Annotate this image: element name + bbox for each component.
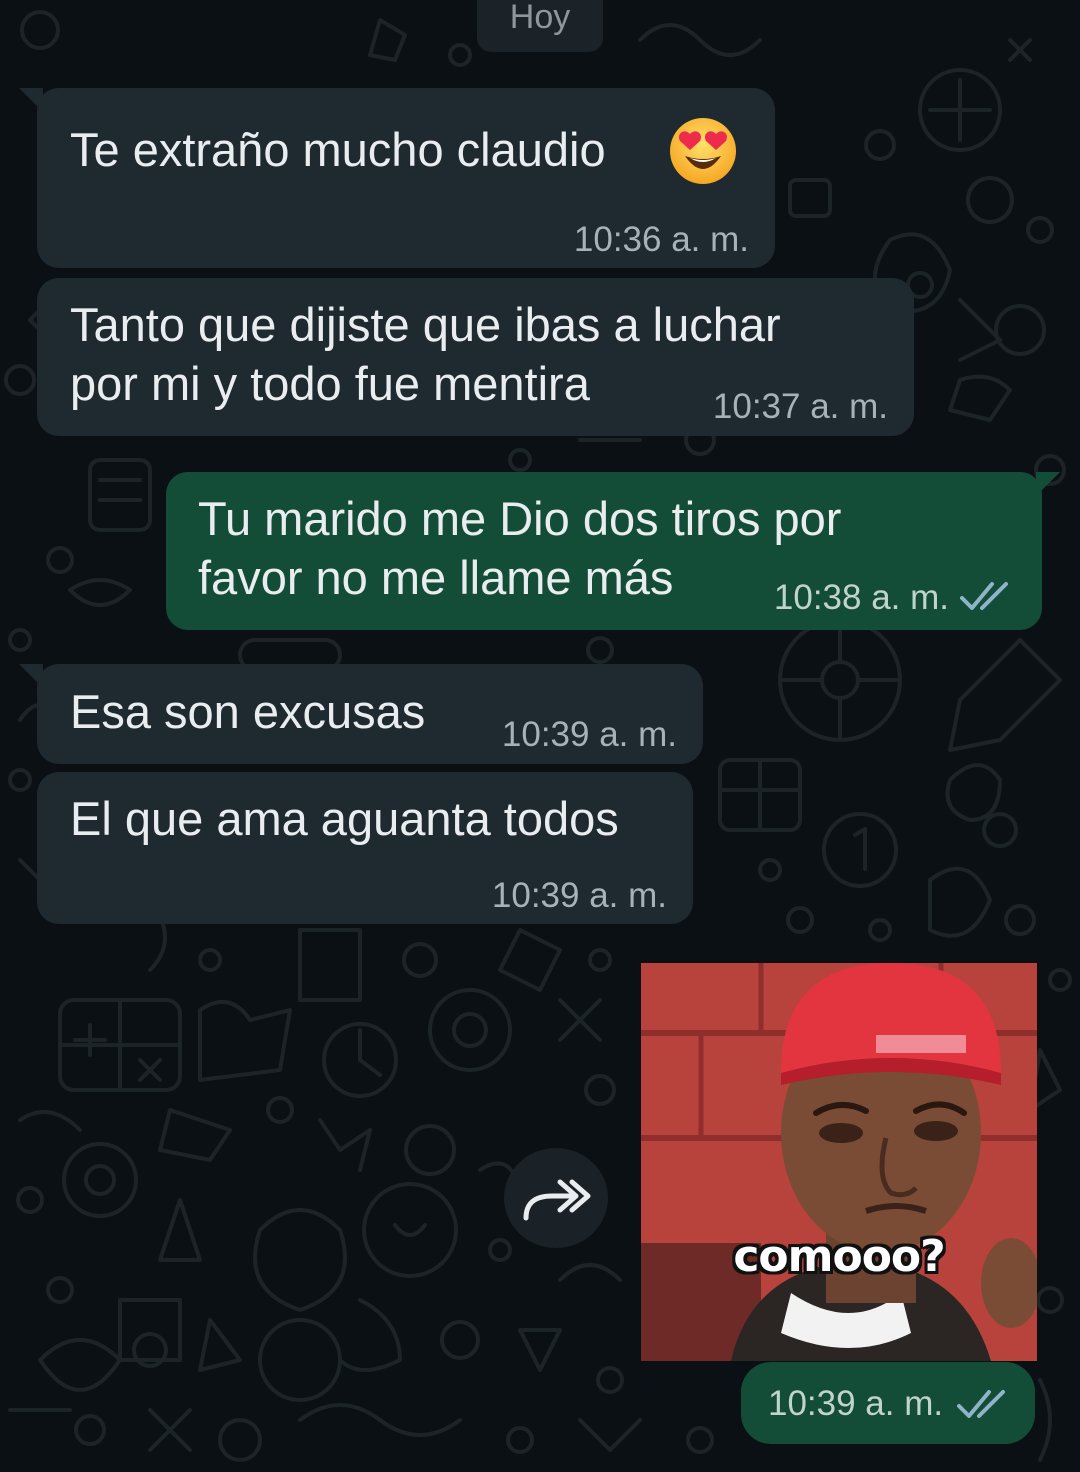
message-text-line-1: Tanto que dijiste que ibas a luchar — [70, 298, 781, 351]
message-bubble-incoming[interactable]: El que ama aguanta todos 10:39 a. m. — [37, 772, 693, 924]
sticker-illustration — [641, 963, 1037, 1361]
message-text-line-2: favor no me llame más — [198, 551, 674, 604]
message-text: Esa son excusas — [70, 685, 426, 738]
message-bubble-incoming[interactable]: Esa son excusas 10:39 a. m. — [19, 664, 703, 764]
sticker-timestamp-bubble: 10:39 a. m. — [741, 1362, 1035, 1444]
message-text: El que ama aguanta todos — [70, 792, 619, 845]
double-check-icon — [957, 1390, 1005, 1418]
forward-icon — [523, 1179, 591, 1221]
message-text-line-2: por mi y todo fue mentira — [70, 357, 590, 410]
message-text-line-1: Tu marido me Dio dos tiros por — [198, 492, 842, 545]
heart-eyes-emoji-icon — [670, 118, 736, 184]
forward-button[interactable] — [504, 1148, 608, 1248]
message-timestamp: 10:36 a. m. — [573, 220, 749, 259]
message-timestamp: 10:39 a. m. — [491, 876, 667, 915]
message-bubble-outgoing[interactable]: Tu marido me Dio dos tiros por favor no … — [166, 472, 1060, 630]
double-check-icon — [960, 582, 1008, 610]
message-text: Te extraño mucho claudio — [70, 123, 606, 176]
date-separator: Hoy — [477, 0, 603, 52]
sticker-caption: comooo? — [733, 1231, 945, 1282]
message-timestamp: 10:39 a. m. — [501, 715, 677, 754]
message-timestamp: 10:37 a. m. — [712, 387, 888, 426]
sticker-image[interactable]: comooo? — [641, 963, 1037, 1361]
message-timestamp: 10:38 a. m. — [773, 578, 949, 617]
message-bubble-incoming[interactable]: Tanto que dijiste que ibas a luchar por … — [37, 278, 914, 436]
message-bubble-incoming[interactable]: Te extraño mucho claudio 10:36 a. m. — [19, 88, 775, 268]
message-timestamp: 10:39 a. m. — [768, 1384, 944, 1423]
